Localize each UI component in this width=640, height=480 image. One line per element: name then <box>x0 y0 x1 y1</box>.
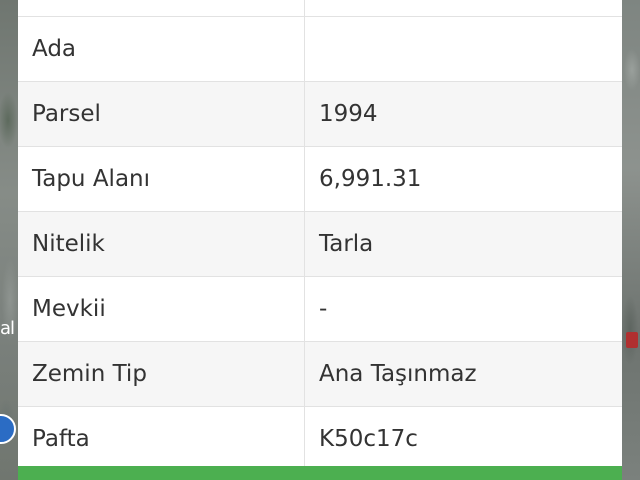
row-value <box>305 0 622 16</box>
row-label <box>18 0 305 16</box>
table-row-zemin-tip: Zemin Tip Ana Taşınmaz <box>18 342 622 407</box>
screen: al Ada Parsel 1994 Tapu Alanı 6,991.31 N… <box>0 0 640 480</box>
row-value: Ana Taşınmaz <box>319 361 477 387</box>
row-label: Mevkii <box>18 277 305 341</box>
table-row <box>18 0 622 17</box>
row-value: K50c17c <box>319 426 418 452</box>
row-value <box>305 17 622 81</box>
row-value: 1994 <box>319 101 378 127</box>
row-label: Ada <box>18 17 305 81</box>
table-row-pafta: Pafta K50c17c <box>18 407 622 472</box>
row-value: Tarla <box>319 231 374 257</box>
map-place-label: al <box>0 318 15 339</box>
row-label: Tapu Alanı <box>18 147 305 211</box>
map-marker <box>626 332 638 348</box>
map-background-left[interactable] <box>0 0 18 480</box>
table-row-ada: Ada <box>18 17 622 82</box>
table-row-nitelik: Nitelik Tarla <box>18 212 622 277</box>
row-label: Zemin Tip <box>18 342 305 406</box>
parcel-info-table: Ada Parsel 1994 Tapu Alanı 6,991.31 Nite… <box>18 0 622 472</box>
action-bar[interactable] <box>18 466 622 480</box>
table-row-tapu-alani: Tapu Alanı 6,991.31 <box>18 147 622 212</box>
row-label: Pafta <box>18 407 305 471</box>
row-label: Nitelik <box>18 212 305 276</box>
map-background-right[interactable] <box>622 0 640 480</box>
table-row-parsel: Parsel 1994 <box>18 82 622 147</box>
row-value: - <box>319 296 328 322</box>
table-row-mevkii: Mevkii - <box>18 277 622 342</box>
row-value: 6,991.31 <box>319 166 422 192</box>
row-label: Parsel <box>18 82 305 146</box>
